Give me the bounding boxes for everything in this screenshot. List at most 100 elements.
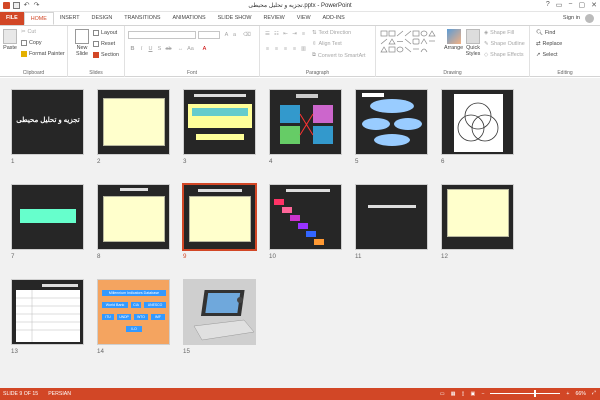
text-direction-button[interactable]: ⇅ Text Direction [312, 30, 351, 36]
slide-thumbnail-6[interactable] [441, 89, 514, 155]
italic-icon[interactable]: I [138, 46, 145, 53]
slide-15-laptop-photo [184, 280, 255, 344]
shape-outline-button[interactable]: ✎ Shape Outline [484, 41, 525, 47]
slide-thumbnail-8[interactable] [97, 184, 170, 250]
slide-thumbnail-12[interactable] [441, 184, 514, 250]
language-indicator[interactable]: PERSIAN [48, 391, 71, 397]
reset-button[interactable]: Reset [93, 41, 115, 47]
account-avatar[interactable] [585, 14, 594, 23]
slide-sorter-view-icon[interactable]: ▦ [451, 391, 456, 397]
select-button[interactable]: ➚ Select [536, 52, 558, 58]
font-size-combo[interactable] [198, 31, 220, 39]
columns-icon[interactable]: ▥ [300, 46, 307, 53]
convert-smartart-button[interactable]: ⧉ Convert to SmartArt [312, 52, 366, 59]
close-button[interactable]: ✕ [591, 1, 597, 9]
tab-file[interactable]: FILE [0, 12, 24, 25]
slide-thumbnail-11[interactable] [355, 184, 428, 250]
replace-button[interactable]: ⇄ Replace [536, 41, 562, 47]
tab-review[interactable]: REVIEW [257, 12, 290, 25]
copy-button[interactable]: Copy [21, 40, 42, 46]
section-button[interactable]: Section [93, 52, 119, 58]
bullets-icon[interactable]: ☰ [264, 31, 271, 38]
slide-thumbnail-5[interactable] [355, 89, 428, 155]
align-text-icon: ⇳ [312, 41, 317, 47]
zoom-level[interactable]: 66% [575, 391, 585, 397]
slide-14-title: Millennium Indicators Database [102, 290, 166, 296]
decrease-indent-icon[interactable]: ⇤ [282, 31, 289, 38]
shadow-icon[interactable]: S [156, 46, 163, 53]
slide-thumbnail-13[interactable] [11, 279, 84, 345]
align-center-icon[interactable]: ≡ [273, 46, 280, 53]
align-right-icon[interactable]: ≡ [282, 46, 289, 53]
shrink-font-icon[interactable]: a [231, 32, 238, 39]
clear-format-icon[interactable]: ⌫ [243, 32, 251, 39]
tab-add-ins[interactable]: ADD-INS [317, 12, 351, 25]
restore-button[interactable]: ▢ [579, 1, 586, 9]
minimize-button[interactable]: − [568, 1, 572, 9]
slide-thumbnail-2[interactable] [97, 89, 170, 155]
increase-indent-icon[interactable]: ⇥ [291, 31, 298, 38]
slide-number-13: 13 [11, 348, 18, 355]
font-name-combo[interactable] [128, 31, 196, 39]
slide-thumbnail-9[interactable] [182, 183, 257, 251]
zoom-in-button[interactable]: + [566, 391, 569, 397]
quick-styles-button[interactable]: Quick Styles [464, 29, 482, 57]
tab-animations[interactable]: ANIMATIONS [166, 12, 211, 25]
slide-3-boxes [192, 108, 248, 116]
bold-icon[interactable]: B [129, 46, 136, 53]
slide-9-text-box [189, 196, 251, 242]
slide-thumbnail-7[interactable] [11, 184, 84, 250]
slides-group-label: Slides [89, 70, 103, 76]
change-case-icon[interactable]: Aa [187, 46, 194, 53]
tab-home[interactable]: HOME [23, 12, 54, 25]
sign-in-link[interactable]: Sign in [563, 15, 580, 21]
arrange-button[interactable]: Arrange [444, 29, 463, 51]
slide-thumbnail-14[interactable]: Millennium Indicators Database World Ban… [97, 279, 170, 345]
slide-number-12: 12 [441, 253, 448, 260]
ribbon-options-icon[interactable]: ▭ [556, 1, 563, 9]
reading-view-icon[interactable]: ▯ [462, 391, 465, 397]
align-left-icon[interactable]: ≡ [264, 46, 271, 53]
zoom-slider[interactable] [490, 390, 561, 397]
grow-font-icon[interactable]: A [223, 32, 230, 39]
numbering-icon[interactable]: ☷ [273, 31, 280, 38]
tab-slide-show[interactable]: SLIDE SHOW [212, 12, 258, 25]
paragraph-group: ☰ ☷ ⇤ ⇥ ≡ ≡ ≡ ≡ ≡ ▥ ⇅ Text Direction ⇳ Ali… [260, 26, 376, 77]
cut-button[interactable]: ✂ Cut [21, 29, 36, 35]
slideshow-view-icon[interactable]: ▣ [470, 391, 475, 397]
font-color-icon[interactable]: A [201, 46, 208, 53]
line-spacing-icon[interactable]: ≡ [300, 31, 307, 38]
slide-number-4: 4 [269, 158, 273, 165]
help-icon[interactable]: ? [546, 1, 550, 9]
shapes-gallery[interactable] [380, 30, 440, 58]
underline-icon[interactable]: U [147, 46, 154, 53]
find-button[interactable]: 🔍︎ Find [536, 30, 555, 36]
fit-to-window-icon[interactable]: ⤢ [592, 390, 596, 397]
strikethrough-icon[interactable]: ab [165, 46, 172, 53]
shape-fill-button[interactable]: ◈ Shape Fill [484, 30, 514, 36]
slides-group: New Slide Layout Reset Section Slides [68, 26, 125, 77]
tab-insert[interactable]: INSERT [54, 12, 86, 25]
shape-effects-button[interactable]: ◇ Shape Effects [484, 52, 524, 58]
align-text-button[interactable]: ⇳ Align Text [312, 41, 342, 47]
new-slide-button[interactable]: New Slide [72, 29, 92, 57]
zoom-slider-knob[interactable] [534, 390, 537, 397]
tab-design[interactable]: DESIGN [86, 12, 119, 25]
slide-thumbnail-15[interactable] [183, 279, 256, 345]
tab-view[interactable]: VIEW [291, 12, 317, 25]
spacing-icon[interactable]: ↔ [177, 46, 184, 53]
quick-styles-label: Quick Styles [465, 45, 481, 57]
slide-thumbnail-1[interactable]: تجزیه و تحلیل محیطی [11, 89, 84, 155]
justify-icon[interactable]: ≡ [291, 46, 298, 53]
slide-14-ilo: ILO [126, 326, 142, 332]
slide-thumbnail-3[interactable] [183, 89, 256, 155]
paste-button[interactable]: Paste [3, 29, 17, 51]
layout-button[interactable]: Layout [93, 30, 117, 36]
zoom-out-button[interactable]: − [481, 391, 484, 397]
normal-view-icon[interactable]: ▭ [440, 391, 445, 397]
slide-thumbnail-10[interactable] [269, 184, 342, 250]
find-icon: 🔍︎ [536, 30, 543, 36]
tab-transitions[interactable]: TRANSITIONS [118, 12, 166, 25]
format-painter-button[interactable]: Format Painter [21, 51, 65, 57]
slide-thumbnail-4[interactable] [269, 89, 342, 155]
